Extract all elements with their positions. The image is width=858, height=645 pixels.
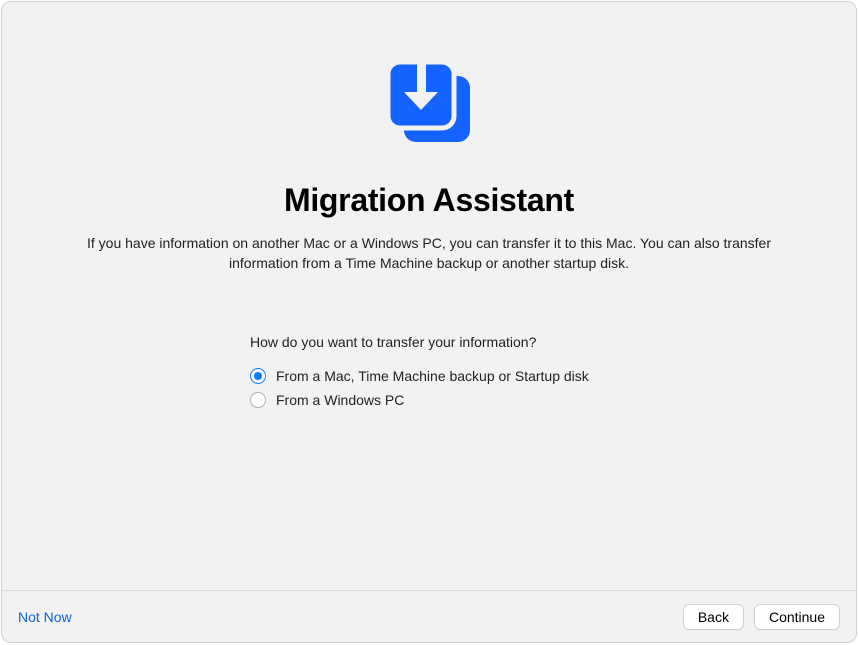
radio-from-windows[interactable] — [250, 392, 266, 408]
page-title: Migration Assistant — [284, 182, 574, 219]
page-description: If you have information on another Mac o… — [79, 233, 779, 274]
not-now-link[interactable]: Not Now — [18, 609, 72, 625]
option-from-windows[interactable]: From a Windows PC — [250, 392, 856, 408]
option-from-mac[interactable]: From a Mac, Time Machine backup or Start… — [250, 368, 856, 384]
migration-download-icon — [374, 58, 484, 158]
footer-buttons: Back Continue — [683, 604, 840, 630]
footer-bar: Not Now Back Continue — [2, 590, 856, 642]
content-area: Migration Assistant If you have informat… — [2, 2, 856, 590]
transfer-prompt: How do you want to transfer your informa… — [250, 334, 856, 350]
migration-assistant-window: Migration Assistant If you have informat… — [1, 1, 857, 643]
continue-button[interactable]: Continue — [754, 604, 840, 630]
option-from-mac-label: From a Mac, Time Machine backup or Start… — [276, 368, 589, 384]
radio-from-mac[interactable] — [250, 368, 266, 384]
transfer-options-form: How do you want to transfer your informa… — [2, 334, 856, 416]
back-button[interactable]: Back — [683, 604, 744, 630]
option-from-windows-label: From a Windows PC — [276, 392, 404, 408]
